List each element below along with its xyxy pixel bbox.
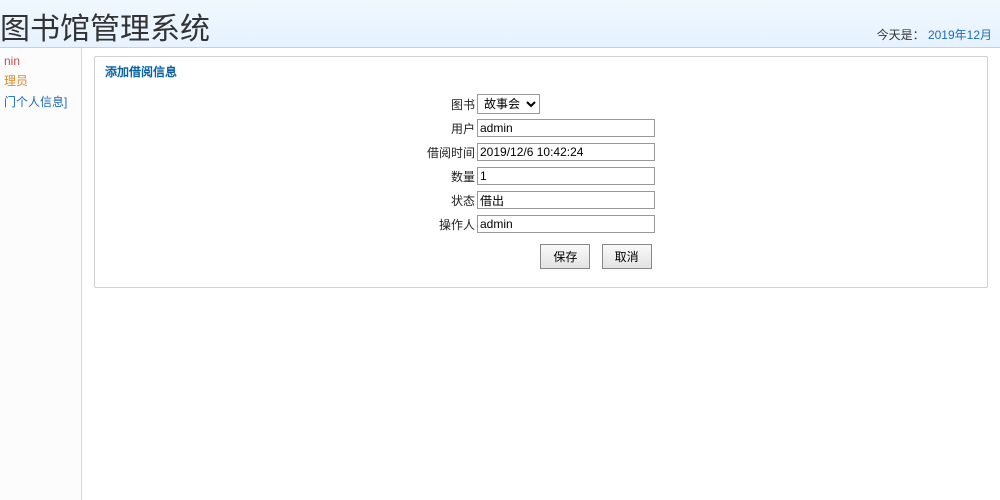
row-status: 状态 bbox=[427, 188, 655, 212]
button-row: 保存 取消 bbox=[95, 244, 987, 269]
date-value: 2019年12月 bbox=[928, 28, 992, 42]
app-header: 图书馆管理系统 今天是： 2019年12月 bbox=[0, 0, 1000, 48]
row-operator: 操作人 bbox=[427, 212, 655, 236]
select-book[interactable]: 故事会 bbox=[477, 94, 540, 114]
content-area: 添加借阅信息 图书 故事会 用户 bbox=[82, 48, 1000, 500]
row-time: 借阅时间 bbox=[427, 140, 655, 164]
sidebar-user: nin bbox=[0, 52, 81, 70]
sidebar-role: 理员 bbox=[0, 70, 81, 91]
label-user: 用户 bbox=[427, 116, 477, 140]
label-qty: 数量 bbox=[427, 164, 477, 188]
label-time: 借阅时间 bbox=[427, 140, 477, 164]
cancel-button[interactable]: 取消 bbox=[602, 244, 652, 269]
borrow-form: 图书 故事会 用户 借阅时间 bbox=[427, 92, 655, 236]
row-user: 用户 bbox=[427, 116, 655, 140]
app-title: 图书馆管理系统 bbox=[0, 0, 1000, 48]
main-layout: nin 理员 门个人信息] 添加借阅信息 图书 故事会 用户 bbox=[0, 48, 1000, 500]
header-date: 今天是： 2019年12月 bbox=[877, 26, 992, 43]
row-book: 图书 故事会 bbox=[427, 92, 655, 116]
save-button[interactable]: 保存 bbox=[540, 244, 590, 269]
input-status[interactable] bbox=[477, 191, 655, 209]
sidebar-profile-link[interactable]: 门个人信息] bbox=[0, 91, 81, 112]
sidebar: nin 理员 门个人信息] bbox=[0, 48, 82, 500]
input-time[interactable] bbox=[477, 143, 655, 161]
form-panel: 添加借阅信息 图书 故事会 用户 bbox=[94, 56, 988, 288]
label-operator: 操作人 bbox=[427, 212, 477, 236]
input-operator[interactable] bbox=[477, 215, 655, 233]
label-book: 图书 bbox=[427, 92, 477, 116]
input-user[interactable] bbox=[477, 119, 655, 137]
row-qty: 数量 bbox=[427, 164, 655, 188]
date-label: 今天是： bbox=[877, 28, 925, 42]
input-qty[interactable] bbox=[477, 167, 655, 185]
label-status: 状态 bbox=[427, 188, 477, 212]
panel-title: 添加借阅信息 bbox=[95, 57, 987, 92]
